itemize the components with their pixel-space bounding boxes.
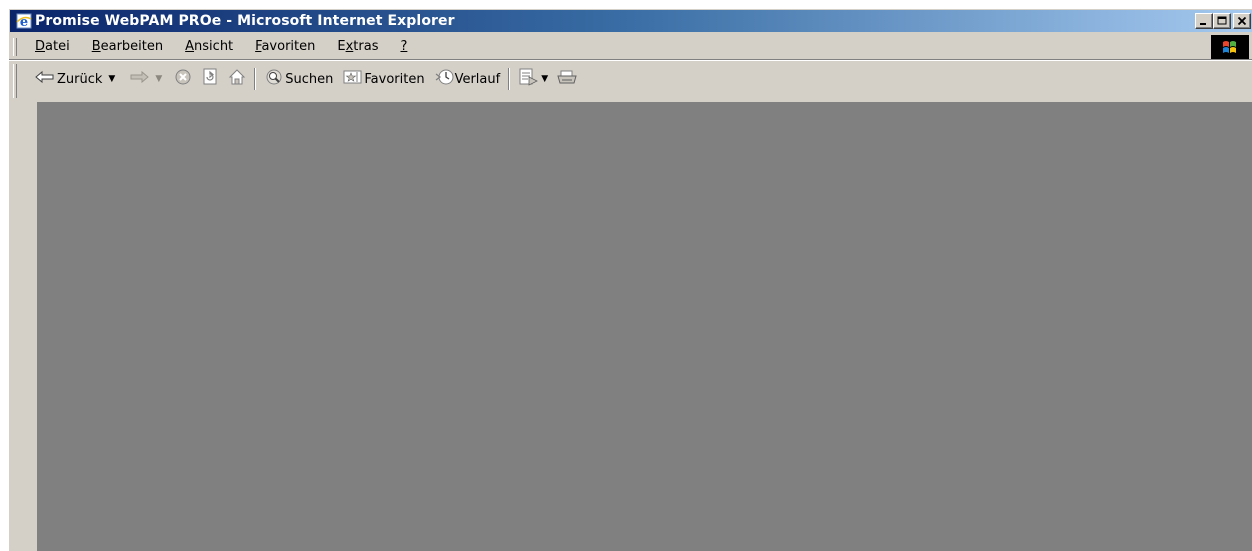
menu-favoriten[interactable]: Favoriten (255, 39, 315, 54)
toolbar-separator (254, 68, 257, 90)
menu-items: Datei Bearbeiten Ansicht Favoriten Extra… (35, 39, 429, 54)
ie-icon: e (16, 13, 32, 30)
menu-extras[interactable]: Extras (337, 39, 378, 54)
favorites-button[interactable]: Favoriten (343, 69, 425, 89)
toolbar-separator (508, 68, 511, 90)
search-label: Suchen (285, 71, 334, 87)
forward-arrow-icon (129, 70, 150, 88)
back-label: Zurück (57, 71, 103, 87)
home-button[interactable] (228, 68, 246, 90)
page-content-area[interactable] (37, 102, 1252, 551)
print-button[interactable] (556, 68, 578, 90)
mail-icon (518, 68, 539, 90)
window-title: Promise WebPAM PROe - Microsoft Internet… (35, 13, 455, 29)
home-icon (228, 68, 246, 90)
browser-window: e Promise WebPAM PROe - Microsoft Intern… (8, 8, 1252, 551)
menu-grip[interactable] (13, 38, 17, 56)
close-button[interactable] (1233, 13, 1251, 29)
windows-flag-icon (1211, 35, 1249, 59)
maximize-button[interactable] (1213, 13, 1231, 29)
menu-ansicht[interactable]: Ansicht (185, 39, 233, 54)
back-arrow-icon (35, 70, 55, 88)
refresh-icon (202, 68, 218, 90)
menu-datei[interactable]: Datei (35, 39, 70, 54)
menu-help[interactable]: ? (400, 39, 407, 54)
favorites-label: Favoriten (364, 71, 425, 87)
search-icon (264, 68, 284, 90)
back-dropdown-icon[interactable]: ▼ (108, 74, 115, 84)
menu-bar: Datei Bearbeiten Ansicht Favoriten Extra… (9, 35, 1252, 60)
back-button[interactable]: Zurück ▼ (35, 70, 115, 88)
forward-button[interactable]: ▼ (129, 70, 162, 88)
menu-bearbeiten[interactable]: Bearbeiten (92, 39, 163, 54)
minimize-button[interactable] (1195, 13, 1213, 29)
toolbar-grip[interactable] (13, 64, 17, 98)
title-bar[interactable]: e Promise WebPAM PROe - Microsoft Intern… (10, 10, 1252, 32)
history-label: Verlauf (454, 71, 501, 87)
mail-button[interactable]: ▼ (518, 68, 548, 90)
print-icon (556, 68, 578, 90)
search-button[interactable]: Suchen (264, 68, 333, 90)
window-controls (1195, 13, 1251, 29)
stop-button[interactable] (174, 68, 192, 90)
refresh-button[interactable] (202, 68, 218, 90)
history-button[interactable]: Verlauf (435, 68, 501, 90)
history-icon (435, 68, 455, 90)
stop-icon (174, 68, 192, 90)
mail-dropdown-icon[interactable]: ▼ (541, 74, 548, 84)
toolbar-items: Zurück ▼ ▼ Suchen Favoriten Verlauf ▼ (35, 67, 578, 91)
favorites-icon (343, 69, 363, 89)
standard-toolbar: Zurück ▼ ▼ Suchen Favoriten Verlauf ▼ (9, 60, 1252, 101)
forward-dropdown-icon[interactable]: ▼ (155, 74, 162, 84)
